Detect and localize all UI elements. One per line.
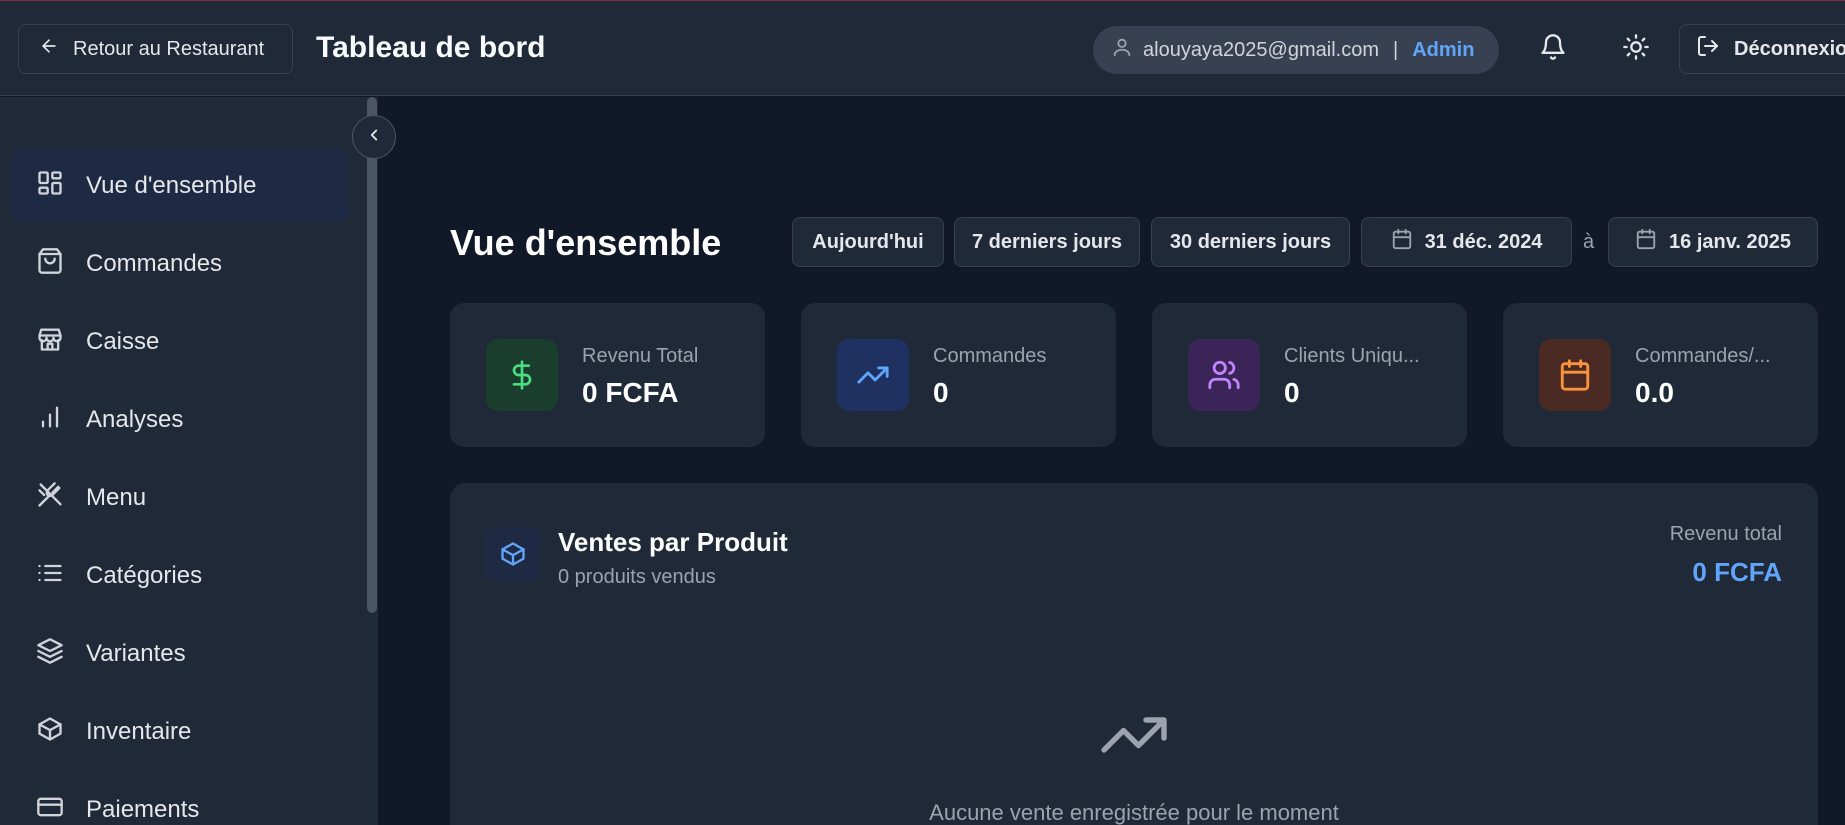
- user-role-badge: Admin: [1412, 38, 1475, 61]
- stat-label: Clients Uniqu...: [1284, 345, 1420, 367]
- stat-value: 0 FCFA: [582, 377, 679, 408]
- dollar-icon: [486, 339, 558, 411]
- sidebar: Vue d'ensemble Commandes Caisse Analyses…: [0, 97, 378, 825]
- user-icon: [1111, 36, 1133, 64]
- stat-card-orders: Commandes 0: [801, 303, 1116, 447]
- package-icon: [36, 715, 64, 750]
- layers-icon: [36, 637, 64, 672]
- bar-chart-icon: [36, 403, 64, 438]
- sidebar-item-label: Catégories: [86, 562, 203, 589]
- logout-button[interactable]: Déconnexion: [1679, 24, 1845, 74]
- sidebar-item-label: Caisse: [86, 328, 160, 355]
- stat-value: 0.0: [1635, 377, 1674, 408]
- logout-icon: [1696, 34, 1720, 64]
- calendar-icon: [1635, 228, 1657, 256]
- sidebar-item-inventory[interactable]: Inventaire: [12, 696, 348, 768]
- stat-label: Revenu Total: [582, 345, 699, 367]
- stat-card-unique-clients: Clients Uniqu... 0: [1152, 303, 1467, 447]
- users-icon: [1188, 339, 1260, 411]
- notifications-button[interactable]: [1533, 29, 1573, 69]
- sales-card-subtitle: 0 produits vendus: [558, 566, 716, 588]
- sidebar-item-menu[interactable]: Menu: [12, 462, 348, 534]
- sidebar-item-label: Inventaire: [86, 718, 192, 745]
- top-header: Retour au Restaurant Tableau de bord alo…: [0, 1, 1845, 96]
- user-info-pill: alouyaya2025@gmail.com | Admin: [1093, 26, 1499, 74]
- trending-up-icon: [1098, 710, 1170, 765]
- back-button-label: Retour au Restaurant: [73, 37, 265, 60]
- sidebar-item-orders[interactable]: Commandes: [12, 228, 348, 300]
- filter-30-days-button[interactable]: 30 derniers jours: [1151, 217, 1350, 267]
- utensils-icon: [36, 481, 64, 516]
- filter-7-days-button[interactable]: 7 derniers jours: [954, 217, 1140, 267]
- stat-value: 0: [933, 377, 949, 408]
- trending-up-icon: [837, 339, 909, 411]
- total-revenue-label: Revenu total: [1669, 523, 1782, 545]
- logout-label: Déconnexion: [1734, 37, 1845, 60]
- stat-card-orders-per-day: Commandes/... 0.0: [1503, 303, 1818, 447]
- sidebar-item-variants[interactable]: Variantes: [12, 618, 348, 690]
- start-date-picker[interactable]: 31 déc. 2024: [1361, 217, 1572, 267]
- user-email: alouyaya2025@gmail.com: [1143, 38, 1379, 61]
- store-icon: [36, 325, 64, 360]
- filter-today-button[interactable]: Aujourd'hui: [792, 217, 944, 267]
- page-title: Tableau de bord: [316, 31, 546, 64]
- sidebar-collapse-button[interactable]: [352, 115, 396, 159]
- sidebar-item-overview[interactable]: Vue d'ensemble: [12, 150, 348, 222]
- back-to-restaurant-button[interactable]: Retour au Restaurant: [18, 24, 293, 74]
- credit-card-icon: [36, 793, 64, 825]
- end-date-picker[interactable]: 16 janv. 2025: [1608, 217, 1818, 267]
- filter-today-label: Aujourd'hui: [812, 230, 924, 253]
- chevron-left-icon: [365, 126, 383, 149]
- sun-icon: [1622, 33, 1650, 66]
- sales-card-title: Ventes par Produit: [558, 527, 788, 557]
- arrow-left-icon: [39, 36, 59, 62]
- sales-by-product-card: Ventes par Produit 0 produits vendus Rev…: [450, 483, 1818, 825]
- sidebar-item-label: Paiements: [86, 796, 200, 823]
- end-date-label: 16 janv. 2025: [1669, 230, 1791, 253]
- theme-toggle-button[interactable]: [1616, 29, 1656, 69]
- empty-state-message: Aucune vente enregistrée pour le moment: [929, 800, 1339, 825]
- user-separator: |: [1393, 38, 1399, 61]
- start-date-label: 31 déc. 2024: [1424, 230, 1543, 253]
- sidebar-item-label: Analyses: [86, 406, 184, 433]
- dashboard-icon: [36, 169, 64, 204]
- filter-30-days-label: 30 derniers jours: [1169, 230, 1332, 253]
- section-title: Vue d'ensemble: [450, 222, 722, 263]
- filter-7-days-label: 7 derniers jours: [971, 230, 1123, 253]
- sidebar-item-categories[interactable]: Catégories: [12, 540, 348, 612]
- sidebar-item-cashier[interactable]: Caisse: [12, 306, 348, 378]
- shopping-bag-icon: [36, 247, 64, 282]
- stat-label: Commandes/...: [1635, 345, 1771, 367]
- stat-value: 0: [1284, 377, 1300, 408]
- package-icon: [486, 527, 540, 581]
- stat-label: Commandes: [933, 345, 1047, 367]
- sidebar-item-label: Vue d'ensemble: [86, 172, 257, 199]
- calendar-icon: [1391, 228, 1413, 256]
- total-revenue-value: 0 FCFA: [1692, 557, 1782, 587]
- sidebar-item-payments[interactable]: Paiements: [12, 774, 348, 825]
- sidebar-item-label: Variantes: [86, 640, 186, 667]
- stat-card-revenue: Revenu Total 0 FCFA: [450, 303, 765, 447]
- list-icon: [36, 559, 64, 594]
- calendar-icon: [1539, 339, 1611, 411]
- bell-icon: [1539, 33, 1567, 66]
- date-range-separator: à: [1583, 231, 1595, 253]
- sidebar-item-label: Commandes: [86, 250, 223, 277]
- sidebar-item-label: Menu: [86, 484, 147, 511]
- sidebar-scrollbar-thumb[interactable]: [367, 97, 377, 613]
- sidebar-item-analytics[interactable]: Analyses: [12, 384, 348, 456]
